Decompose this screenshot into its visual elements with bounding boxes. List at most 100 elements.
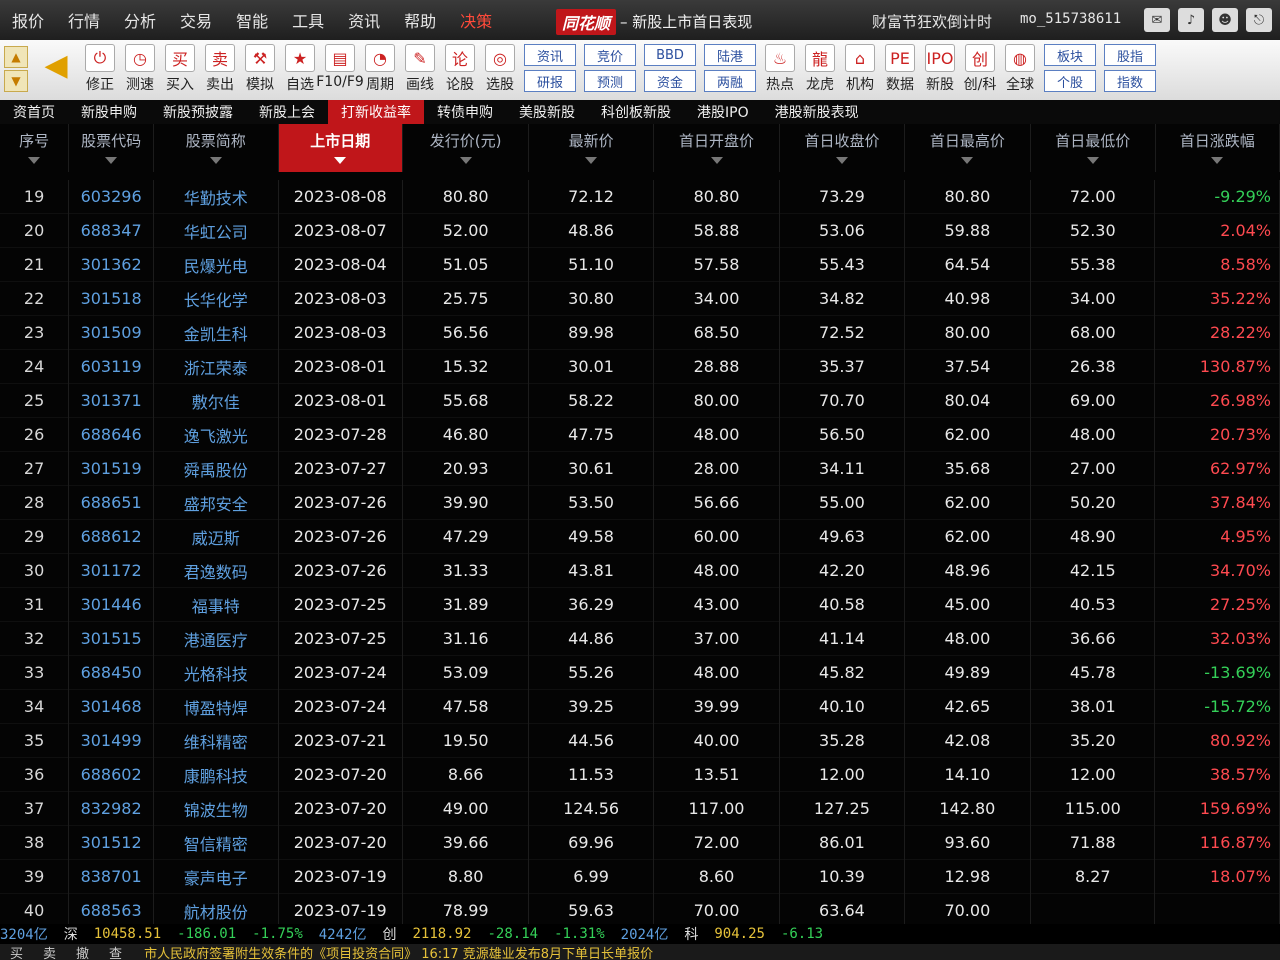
table-row[interactable]: 28 688651 盛邦安全 2023-07-26 39.90 53.50 56.66 55.… bbox=[0, 485, 1280, 520]
toolbar-button-buttons-0[interactable]: ⏻ 修正 bbox=[80, 40, 120, 98]
menu-item-7[interactable]: 帮助 bbox=[392, 8, 448, 32]
menu-item-6[interactable]: 资讯 bbox=[336, 8, 392, 32]
menu-item-decision[interactable]: 决策 bbox=[448, 8, 504, 32]
column-header-8[interactable]: 首日最高价 bbox=[905, 124, 1032, 172]
table-cell-股票代码[interactable]: 688347 bbox=[69, 213, 155, 248]
mail-icon[interactable]: ✉ bbox=[1144, 8, 1170, 32]
menu-item-0[interactable]: 报价 bbox=[0, 8, 56, 32]
table-row[interactable]: 30 301172 君逸数码 2023-07-26 31.33 43.81 48.00 42.… bbox=[0, 553, 1280, 588]
table-row[interactable]: 23 301509 金凯生科 2023-08-03 56.56 89.98 68.50 72.… bbox=[0, 315, 1280, 350]
table-cell-股票代码[interactable]: 301468 bbox=[69, 689, 155, 724]
toolbar-button-buttons2-5[interactable]: 创创/科 bbox=[960, 40, 1000, 98]
toolbar-pair-bottom-pairs-2[interactable]: 资金 bbox=[644, 70, 696, 92]
column-header-10[interactable]: 首日涨跌幅 bbox=[1156, 124, 1280, 172]
table-cell-股票代码[interactable]: 688602 bbox=[69, 757, 155, 792]
toolbar-pair-top-pairs-1[interactable]: 竞价 bbox=[584, 44, 636, 66]
news-ticker[interactable]: 市人民政府签署附生效条件的《项目投资合同》 16:17 竞源雄业发布8月下单日长… bbox=[144, 943, 653, 960]
username[interactable]: mo_515738611 bbox=[1020, 11, 1121, 27]
table-row[interactable]: 22 301518 长华化学 2023-08-03 25.75 30.80 34.00 34.… bbox=[0, 281, 1280, 316]
table-cell-股票简称[interactable]: 盛邦安全 bbox=[154, 485, 279, 520]
table-cell-股票简称[interactable]: 锦波生物 bbox=[154, 791, 279, 826]
back-arrow-icon[interactable]: ◀ bbox=[36, 40, 76, 90]
table-cell-股票简称[interactable]: 港通医疗 bbox=[154, 621, 279, 656]
table-cell-股票代码[interactable]: 832982 bbox=[69, 791, 155, 826]
table-cell-股票简称[interactable]: 浙江荣泰 bbox=[154, 349, 279, 384]
column-header-0[interactable]: 序号 bbox=[0, 124, 70, 172]
table-cell-股票简称[interactable]: 福事特 bbox=[154, 587, 279, 622]
toolbar-button-buttons2-6[interactable]: ◍ 全球 bbox=[1000, 40, 1040, 98]
toolbar-button-buttons-7[interactable]: ◔ 周期 bbox=[360, 40, 400, 98]
table-row[interactable]: 37 832982 锦波生物 2023-07-20 49.00 124.56 117.00 1… bbox=[0, 791, 1280, 826]
table-row[interactable]: 25 301371 敷尔佳 2023-08-01 55.68 58.22 80.00 70.7… bbox=[0, 383, 1280, 418]
toolbar-button-buttons-10[interactable]: ◎ 选股 bbox=[480, 40, 520, 98]
column-header-1[interactable]: 股票代码 bbox=[69, 124, 155, 172]
table-cell-股票代码[interactable]: 301518 bbox=[69, 281, 155, 316]
toolbar-button-buttons2-3[interactable]: PE 数据 bbox=[880, 40, 920, 98]
logout-icon[interactable]: ⎋ bbox=[1246, 8, 1272, 32]
table-cell-股票简称[interactable]: 智信精密 bbox=[154, 825, 279, 860]
toolbar-pair-top-pairs-0[interactable]: 资讯 bbox=[524, 44, 576, 66]
user-icon[interactable]: ☻ bbox=[1212, 8, 1238, 32]
toolbar-pair-bottom-pairs-3[interactable]: 两融 bbox=[704, 70, 756, 92]
toolbar-pair-bottom-pairs2-1[interactable]: 指数 bbox=[1104, 70, 1156, 92]
table-cell-股票代码[interactable]: 301512 bbox=[69, 825, 155, 860]
table-row[interactable]: 21 301362 民爆光电 2023-08-04 51.05 51.10 57.58 55.… bbox=[0, 247, 1280, 282]
toolbar-pair-bottom-pairs-1[interactable]: 预测 bbox=[584, 70, 636, 92]
trade-button-2[interactable]: 撤 bbox=[66, 943, 99, 960]
table-cell-股票简称[interactable]: 光格科技 bbox=[154, 655, 279, 690]
table-cell-股票简称[interactable]: 华勤技术 bbox=[154, 179, 279, 214]
table-cell-股票简称[interactable]: 舜禹股份 bbox=[154, 451, 279, 486]
table-row[interactable]: 32 301515 港通医疗 2023-07-25 31.16 44.86 37.00 41.… bbox=[0, 621, 1280, 656]
table-cell-股票代码[interactable]: 838701 bbox=[69, 859, 155, 894]
toolbar-pair-bottom-pairs2-0[interactable]: 个股 bbox=[1044, 70, 1096, 92]
table-row[interactable]: 24 603119 浙江荣泰 2023-08-01 15.32 30.01 28.88 35.… bbox=[0, 349, 1280, 384]
table-row[interactable]: 35 301499 维科精密 2023-07-21 19.50 44.56 40.00 35.… bbox=[0, 723, 1280, 758]
table-cell-股票简称[interactable]: 威迈斯 bbox=[154, 519, 279, 554]
toolbar-button-buttons-2[interactable]: 买买入 bbox=[160, 40, 200, 98]
table-row[interactable]: 19 603296 华勤技术 2023-08-08 80.80 72.12 80.80 73.… bbox=[0, 179, 1280, 214]
tab-4[interactable]: 打新收益率 bbox=[328, 100, 424, 124]
table-row[interactable]: 36 688602 康鹏科技 2023-07-20 8.66 11.53 13.51 12.0… bbox=[0, 757, 1280, 792]
table-cell-股票代码[interactable]: 603119 bbox=[69, 349, 155, 384]
tab-1[interactable]: 新股申购 bbox=[68, 100, 150, 124]
toolbar-pair-top-pairs2-1[interactable]: 股指 bbox=[1104, 44, 1156, 66]
table-row[interactable]: 20 688347 华虹公司 2023-08-07 52.00 48.86 58.88 53.… bbox=[0, 213, 1280, 248]
toolbar-pair-bottom-pairs-0[interactable]: 研报 bbox=[524, 70, 576, 92]
toolbar-button-buttons2-0[interactable]: ♨ 热点 bbox=[760, 40, 800, 98]
table-cell-股票代码[interactable]: 688450 bbox=[69, 655, 155, 690]
toolbar-pair-top-pairs-2[interactable]: BBD bbox=[644, 44, 696, 66]
menu-item-5[interactable]: 工具 bbox=[280, 8, 336, 32]
tab-6[interactable]: 美股新股 bbox=[506, 100, 588, 124]
table-cell-股票代码[interactable]: 301515 bbox=[69, 621, 155, 656]
toolbar-pair-top-pairs-3[interactable]: 陆港 bbox=[704, 44, 756, 66]
table-cell-股票代码[interactable]: 688646 bbox=[69, 417, 155, 452]
table-row[interactable]: 40 688563 航材股份 2023-07-19 78.99 59.63 70.00 63.… bbox=[0, 893, 1280, 924]
column-header-4[interactable]: 发行价(元) bbox=[403, 124, 530, 172]
tab-5[interactable]: 转债申购 bbox=[424, 100, 506, 124]
promo-countdown[interactable]: 财富节狂欢倒计时 bbox=[872, 11, 992, 32]
table-cell-股票代码[interactable]: 301519 bbox=[69, 451, 155, 486]
table-cell-股票代码[interactable]: 301446 bbox=[69, 587, 155, 622]
table-row[interactable]: 26 688646 逸飞激光 2023-07-28 46.80 47.75 48.00 56.… bbox=[0, 417, 1280, 452]
tab-0[interactable]: 资首页 bbox=[0, 100, 68, 124]
column-header-3[interactable]: 上市日期 bbox=[278, 124, 403, 172]
toolbar-button-buttons-3[interactable]: 卖卖出 bbox=[200, 40, 240, 98]
table-cell-股票代码[interactable]: 301172 bbox=[69, 553, 155, 588]
table-cell-股票简称[interactable]: 长华化学 bbox=[154, 281, 279, 316]
tab-7[interactable]: 科创板新股 bbox=[588, 100, 684, 124]
table-cell-股票代码[interactable]: 603296 bbox=[69, 179, 155, 214]
table-row[interactable]: 29 688612 威迈斯 2023-07-26 47.29 49.58 60.00 49.6… bbox=[0, 519, 1280, 554]
table-cell-股票简称[interactable]: 民爆光电 bbox=[154, 247, 279, 282]
table-row[interactable]: 39 838701 豪声电子 2023-07-19 8.80 6.99 8.60 10.39 1… bbox=[0, 859, 1280, 894]
menu-item-4[interactable]: 智能 bbox=[224, 8, 280, 32]
column-header-6[interactable]: 首日开盘价 bbox=[654, 124, 781, 172]
table-cell-股票代码[interactable]: 301499 bbox=[69, 723, 155, 758]
table-row[interactable]: 34 301468 博盈特焊 2023-07-24 47.58 39.25 39.99 40.… bbox=[0, 689, 1280, 724]
toolbar-button-buttons-5[interactable]: ★ 自选 bbox=[280, 40, 320, 98]
menu-item-2[interactable]: 分析 bbox=[112, 8, 168, 32]
table-cell-股票代码[interactable]: 688612 bbox=[69, 519, 155, 554]
column-header-9[interactable]: 首日最低价 bbox=[1031, 124, 1156, 172]
menu-item-3[interactable]: 交易 bbox=[168, 8, 224, 32]
toolbar-button-buttons-4[interactable]: ⚒ 模拟 bbox=[240, 40, 280, 98]
bell-icon[interactable]: ♪ bbox=[1178, 8, 1204, 32]
